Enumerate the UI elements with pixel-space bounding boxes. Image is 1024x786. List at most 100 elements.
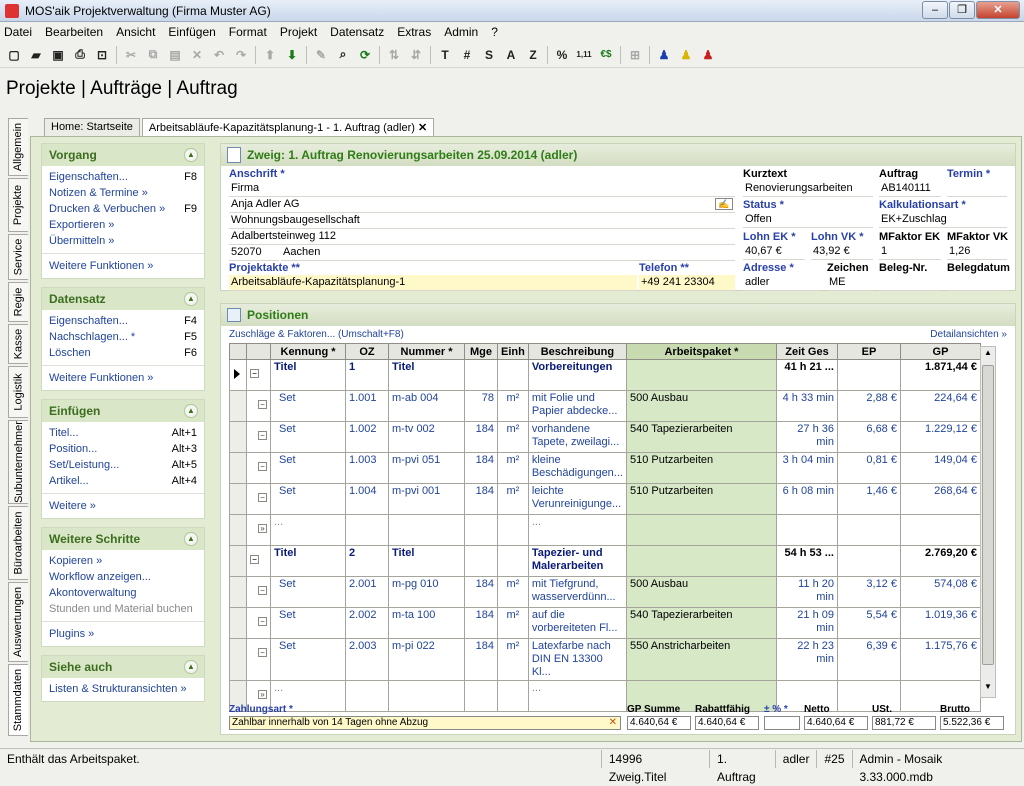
cell-ap[interactable]: 540 Tapezierarbeiten [626,422,776,453]
scroll-thumb[interactable] [982,365,994,665]
cell-zeit[interactable]: 21 h 09 min [776,608,837,639]
menu-datensatz[interactable]: Datensatz [330,25,384,39]
cell-mge[interactable] [465,515,498,546]
cell-kennung[interactable]: Set [271,453,346,484]
menu-extras[interactable]: Extras [397,25,431,39]
print-preview-icon[interactable]: ⊡ [91,44,113,66]
cell-beschreibung[interactable]: vorhandene Tapete, zweilagi... [528,422,626,453]
cell-beschreibung[interactable]: Tapezier- und Malerarbeiten [528,546,626,577]
cell-oz[interactable]: 2 [346,546,389,577]
copy-icon[interactable]: ⧉ [142,44,164,66]
cell-einh[interactable] [498,360,529,391]
link-ds-eigenschaften[interactable]: Eigenschaften...F4 [49,315,197,331]
new-icon[interactable]: ▢ [3,44,25,66]
cell-zeit[interactable]: 6 h 08 min [776,484,837,515]
cell-nummer[interactable]: Titel [389,546,465,577]
row-indicator[interactable] [230,577,247,608]
cell-mge[interactable]: 184 [465,453,498,484]
cell-nummer[interactable]: m-tv 002 [389,422,465,453]
row-indicator[interactable] [230,391,247,422]
cell-zeit[interactable]: 27 h 36 min [776,422,837,453]
calc-icon[interactable]: ⊞ [624,44,646,66]
cell-ap[interactable] [626,360,776,391]
insert-set-button[interactable]: S [478,44,500,66]
collapse-icon[interactable]: ▲ [184,660,198,674]
cell-oz[interactable]: 1.002 [346,422,389,453]
cell-einh[interactable]: m² [498,484,529,515]
zuschlaege-link[interactable]: Zuschläge & Faktoren... (Umschalt+F8) [229,329,404,340]
collapse-node-icon[interactable]: − [258,400,267,409]
search-icon[interactable]: ⌕ [332,44,354,66]
empty-row[interactable]: »...... [230,681,981,712]
cell-mge[interactable]: 78 [465,391,498,422]
cell-ep[interactable]: 1,46 € [837,484,900,515]
cell-beschreibung[interactable]: Latexfarbe nach DIN EN 13300 Kl... [528,639,626,681]
detailansichten-link[interactable]: Detailansichten » [930,329,1007,340]
collapse-node-icon[interactable]: − [258,462,267,471]
header-gp[interactable]: GP [900,344,980,360]
title-row[interactable]: −Titel2TitelTapezier- und Malerarbeiten5… [230,546,981,577]
menu-einfuegen[interactable]: Einfügen [168,25,215,39]
status-field[interactable]: Offen [743,212,873,228]
user-yellow-icon[interactable]: ♟ [675,44,697,66]
cell-beschreibung[interactable]: mit Folie und Papier abdecke... [528,391,626,422]
zeichen-field[interactable]: ME [827,275,873,291]
cell-zeit[interactable]: 3 h 04 min [776,453,837,484]
vtab-regie[interactable]: Regie [8,282,28,322]
header-oz[interactable]: OZ [346,344,389,360]
vtab-auswertungen[interactable]: Auswertungen [8,582,28,662]
header-kennung[interactable]: Kennung * [271,344,346,360]
cell-ep[interactable]: 6,68 € [837,422,900,453]
tree-cell[interactable]: − [247,608,271,639]
link-stunden-buchen[interactable]: Stunden und Material buchen [49,603,197,619]
row-indicator[interactable] [230,608,247,639]
cell-einh[interactable]: m² [498,422,529,453]
cell-kennung[interactable]: Set [271,577,346,608]
ort-field[interactable]: Aachen [281,245,735,261]
table-scrollbar[interactable]: ▲ ▼ [980,346,996,698]
cell-zeit[interactable]: 4 h 33 min [776,391,837,422]
collapse-node-icon[interactable]: − [258,493,267,502]
insert-article-button[interactable]: A [500,44,522,66]
menu-bearbeiten[interactable]: Bearbeiten [45,25,103,39]
header-ep[interactable]: EP [837,344,900,360]
link-eigenschaften[interactable]: Eigenschaften...F8 [49,171,197,187]
cell-mge[interactable]: 184 [465,608,498,639]
link-set-leistung[interactable]: Set/Leistung...Alt+5 [49,459,197,475]
undo-icon[interactable]: ↶ [208,44,230,66]
tree-cell[interactable]: » [247,515,271,546]
link-weitere-funktionen[interactable]: Weitere Funktionen » [42,253,204,278]
header-nummer[interactable]: Nummer * [389,344,465,360]
link-exportieren[interactable]: Exportieren » [49,219,197,235]
cell-ep[interactable] [837,546,900,577]
auftrag-field[interactable]: AB140111 [879,181,941,197]
scroll-up-icon[interactable]: ▲ [982,348,994,362]
link-nachschlagen[interactable]: Nachschlagen... *F5 [49,331,197,347]
cell-gp[interactable]: 1.871,44 € [900,360,980,391]
termin-field[interactable] [947,181,1007,197]
mfaktor-vk-field[interactable]: 1,26 [947,244,1007,260]
cell-ap[interactable]: 500 Ausbau [626,577,776,608]
link-titel[interactable]: Titel...Alt+1 [49,427,197,443]
link-notizen[interactable]: Notizen & Termine » [49,187,197,203]
link-uebermitteln[interactable]: Übermitteln » [49,235,197,251]
user-blue-icon[interactable]: ♟ [653,44,675,66]
maximize-button[interactable]: ❐ [949,1,975,19]
move-down-icon[interactable]: ⬇ [281,44,303,66]
cell-oz[interactable]: 2.003 [346,639,389,681]
tree-cell[interactable]: − [247,422,271,453]
collapse-icon[interactable]: ▲ [184,292,198,306]
edit-icon[interactable]: ✎ [310,44,332,66]
header-arbeitspaket[interactable]: Arbeitspaket * [626,344,776,360]
header-mge[interactable]: Mge [465,344,498,360]
cell-mge[interactable] [465,546,498,577]
insert-number-button[interactable]: # [456,44,478,66]
cell-ap[interactable] [626,546,776,577]
rabattfaehig-field[interactable]: 4.640,64 € [695,716,759,730]
currency-button[interactable]: €$ [595,44,617,66]
tree-cell[interactable]: − [247,639,271,681]
cell-einh[interactable]: m² [498,608,529,639]
vtab-service[interactable]: Service [8,234,28,280]
row-indicator[interactable] [230,360,247,391]
tree-cell[interactable]: − [247,577,271,608]
